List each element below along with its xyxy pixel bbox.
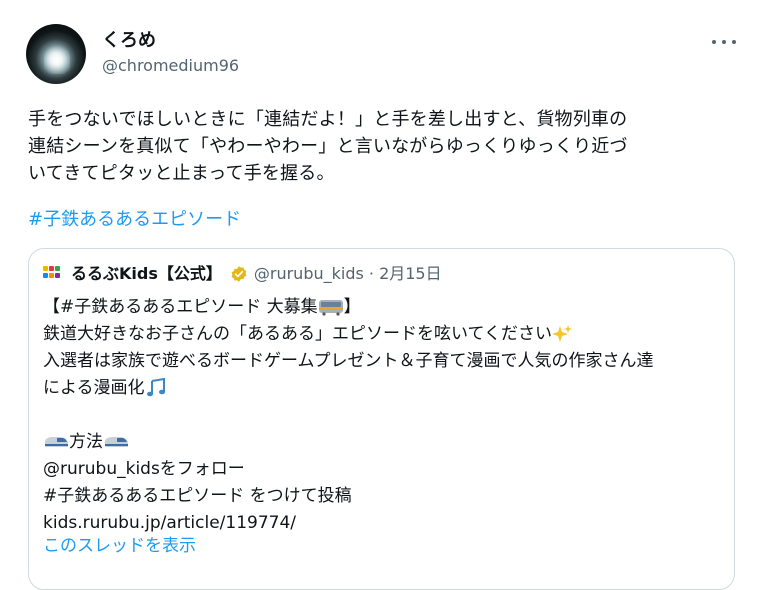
sparkles-emoji [551,325,572,342]
quote-line-5 [43,402,723,429]
quote-line-6: 方法 [43,429,723,456]
quoted-tweet-header: るるぶKids【公式】 @rurubu_kids · 2月15日 [43,263,442,285]
bullet-train-emoji [45,437,68,447]
quote-line-8: #子鉄あるあるエピソード をつけて投稿 [43,486,352,506]
more-icon[interactable] [712,38,736,46]
tweet-card: くろめ @chromedium96 手をつないでほしいときに「連結だよ！」と手を… [0,0,766,590]
rurubu-logo-icon [43,266,61,282]
music-notes-emoji [146,378,165,397]
show-thread-link[interactable]: このスレッドを表示 [43,535,196,557]
train-emoji [318,300,343,316]
quote-line-4: による漫画化 [43,375,723,402]
avatar[interactable] [26,24,86,84]
bullet-train-emoji [105,437,128,447]
quote-line-3: 入選者は家族で遊べるボードゲームプレゼント＆子育て漫画で人気の作家さん達 [43,351,654,371]
hashtag-link[interactable]: #子鉄あるあるエピソード [28,206,241,233]
tweet-text: 手をつないでほしいときに「連結だよ！」と手を差し出すと、貨物列車の 連結シーンを… [28,109,628,184]
quote-line-9: kids.rurubu.jp/article/119774/ [43,513,297,533]
quote-line-2: 鉄道大好きなお子さんの「あるある」エピソードを呟いてください [43,321,723,348]
quote-line-7: @rurubu_kidsをフォロー [43,459,245,479]
author-handle[interactable]: @chromedium96 [102,56,239,76]
author-block: くろめ @chromedium96 [102,30,239,76]
quoted-tweet[interactable]: るるぶKids【公式】 @rurubu_kids · 2月15日 【#子鉄あるあ… [28,248,735,590]
quoted-tweet-text: 【#子鉄あるあるエピソード 大募集】 鉄道大好きなお子さんの「あるある」エピソー… [43,294,723,537]
quoted-author-name[interactable]: るるぶKids【公式】 [71,263,222,285]
verified-icon [231,266,247,282]
author-name[interactable]: くろめ [102,30,239,52]
quote-line-1: 【#子鉄あるあるエピソード 大募集】 [43,297,361,317]
quoted-meta[interactable]: @rurubu_kids · 2月15日 [254,263,442,285]
